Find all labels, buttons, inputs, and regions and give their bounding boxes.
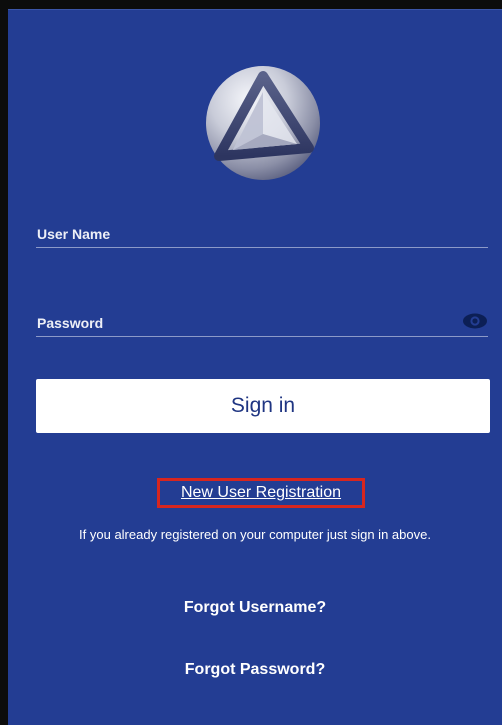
- username-field[interactable]: User Name: [36, 207, 492, 249]
- password-label: Password: [37, 315, 104, 331]
- sign-in-button[interactable]: Sign in: [36, 379, 490, 433]
- password-input[interactable]: [36, 296, 492, 338]
- eye-icon[interactable]: [462, 311, 488, 331]
- username-label: User Name: [37, 226, 111, 242]
- forgot-username-link[interactable]: Forgot Username?: [8, 599, 502, 617]
- password-field[interactable]: Password: [36, 296, 492, 338]
- top-divider: [8, 9, 502, 10]
- new-user-registration-link[interactable]: New User Registration: [181, 484, 341, 502]
- registration-highlight-box: New User Registration: [157, 478, 365, 508]
- login-screen: User Name Password Sign in New User Regi…: [8, 9, 502, 725]
- forgot-password-link[interactable]: Forgot Password?: [8, 661, 502, 679]
- app-logo-icon: [206, 66, 320, 180]
- registration-info-text: If you already registered on your comput…: [79, 527, 431, 542]
